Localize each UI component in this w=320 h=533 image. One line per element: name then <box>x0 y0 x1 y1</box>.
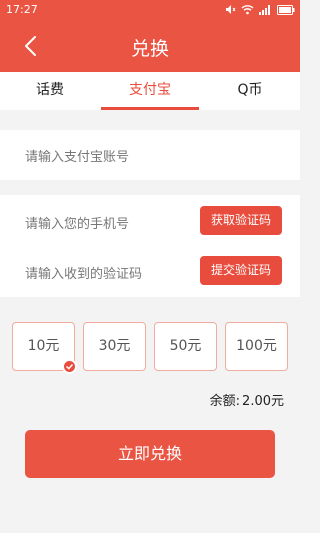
get-code-button[interactable]: 获取验证码 <box>200 206 282 235</box>
battery-icon <box>277 4 295 15</box>
tab-phone-credit[interactable]: 话费 <box>0 72 100 110</box>
amount-option-50[interactable]: 50元 <box>154 322 217 371</box>
submit-code-button[interactable]: 提交验证码 <box>200 256 282 285</box>
tab-qcoin[interactable]: Q币 <box>200 72 300 110</box>
tab-alipay[interactable]: 支付宝 <box>100 72 200 110</box>
redeem-now-button[interactable]: 立即兑换 <box>25 430 275 478</box>
balance-text: 余额: 2.00元 <box>208 390 284 409</box>
tab-bar: 话费 支付宝 Q币 <box>0 72 300 110</box>
wifi-icon <box>241 5 254 15</box>
page-title: 兑换 <box>130 38 169 60</box>
tab-active-indicator <box>101 107 199 110</box>
amount-option-100[interactable]: 100元 <box>225 322 288 371</box>
phone-input[interactable]: 请输入您的手机号 <box>25 213 129 232</box>
signal-icon <box>259 5 270 15</box>
status-time: 17:27 <box>6 3 38 16</box>
alipay-account-input[interactable]: 请输入支付宝账号 <box>25 146 129 165</box>
status-bar: 17:27 <box>0 0 300 20</box>
balance-label: 余额: <box>209 394 241 409</box>
mute-icon <box>226 5 236 14</box>
status-icons <box>225 4 295 15</box>
verification-section: 请输入您的手机号 获取验证码 请输入收到的验证码 提交验证码 <box>0 195 300 297</box>
title-bar: 兑换 <box>0 20 300 72</box>
code-input[interactable]: 请输入收到的验证码 <box>25 263 142 282</box>
alipay-account-field[interactable]: 请输入支付宝账号 <box>0 130 300 180</box>
amount-option-30[interactable]: 30元 <box>83 322 146 371</box>
check-icon <box>62 359 77 374</box>
balance-value: 2.00元 <box>242 394 284 409</box>
